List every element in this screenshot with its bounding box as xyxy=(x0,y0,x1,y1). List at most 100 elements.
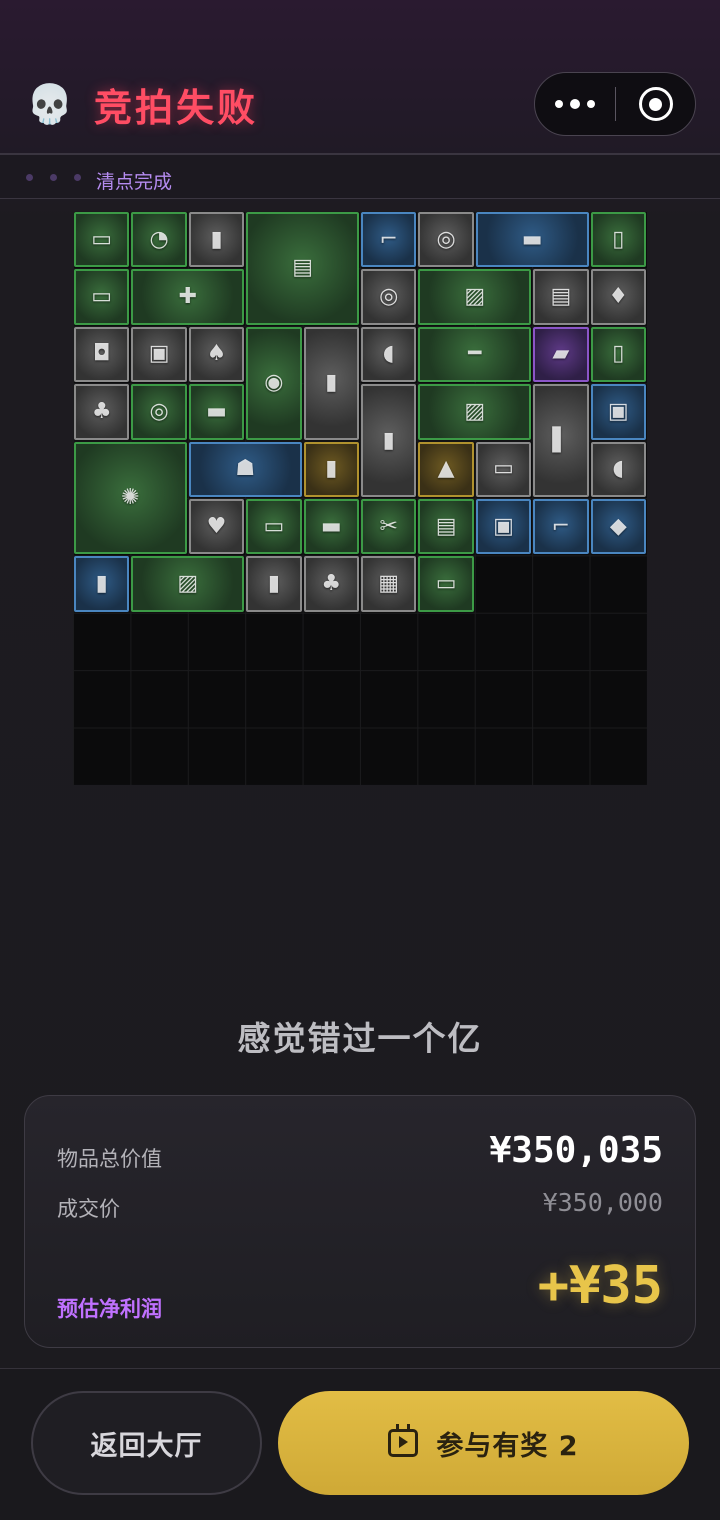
inventory-item-newspaper[interactable]: ▤ xyxy=(246,212,359,325)
documents-icon: ▤ xyxy=(550,284,572,310)
candy-bar-icon: ▬ xyxy=(206,398,227,424)
thermometer-gun-icon: ⌐ xyxy=(379,226,398,252)
inventory-item-power-bank[interactable]: ▭ xyxy=(418,556,474,612)
total-value-label: 物品总价值 xyxy=(57,1147,162,1171)
inventory-item-thermometer-gun[interactable]: ⌐ xyxy=(533,499,589,555)
newspaper-icon: ▤ xyxy=(292,255,313,281)
inventory-item-tobacco-pipe[interactable]: ☗ xyxy=(188,441,302,497)
close-miniprogram-button[interactable] xyxy=(616,73,695,135)
inventory-item-computer-mouse[interactable]: ◖ xyxy=(590,441,646,497)
protein-can-icon: ▮ xyxy=(267,571,280,597)
tape-roll-icon: ◎ xyxy=(436,226,456,252)
inventory-item-old-map[interactable]: ▨ xyxy=(418,269,532,325)
inventory-item-ammo-tin[interactable]: ▣ xyxy=(475,499,532,555)
inventory-item-power-bank[interactable]: ▭ xyxy=(74,212,130,268)
title-group: 💀 竞拍失败 xyxy=(26,76,258,132)
power-bank-icon: ▭ xyxy=(435,571,457,597)
old-map-icon: ▨ xyxy=(177,571,199,597)
wire-coil-icon: ◎ xyxy=(149,398,169,424)
more-options-button[interactable] xyxy=(535,73,615,135)
matchbox-icon: ▭ xyxy=(493,456,514,482)
dot-icon xyxy=(50,174,57,181)
tool-tray-icon: ▤ xyxy=(435,513,457,539)
inventory-item-protein-can[interactable]: ▮ xyxy=(188,212,245,268)
profit-label: 预估净利润 xyxy=(57,1297,162,1321)
lighter-icon: ▯ xyxy=(612,226,625,252)
inventory-item-protein-can[interactable]: ▮ xyxy=(246,556,302,612)
inventory-item-pill-organizer[interactable]: ▦ xyxy=(361,556,417,612)
inventory-item-playing-card[interactable]: ♣ xyxy=(74,384,130,440)
inventory-item-ornate-plate[interactable]: ✺ xyxy=(74,441,187,555)
inventory-item-matchbox[interactable]: ▭ xyxy=(475,441,532,497)
inventory-item-soda-can[interactable]: ▮ xyxy=(74,556,130,612)
inventory-item-tool-tray[interactable]: ▤ xyxy=(418,499,474,555)
back-to-lobby-button[interactable]: 返回大厅 xyxy=(31,1391,262,1495)
ornate-plate-icon: ✺ xyxy=(121,484,140,510)
computer-mouse-icon: ◖ xyxy=(612,456,625,482)
inventory-item-playing-card[interactable]: ♦ xyxy=(590,269,646,325)
coffee-bottle-icon: ▮ xyxy=(325,456,338,482)
thermometer-gun-icon: ⌐ xyxy=(551,513,571,539)
inventory-item-coffee-bottle[interactable]: ▮ xyxy=(303,441,359,497)
pill-organizer-icon: ▦ xyxy=(378,571,400,597)
inventory-item-snack-bag[interactable]: ▣ xyxy=(131,326,187,383)
inventory-item-wire-coil[interactable]: ◎ xyxy=(131,384,187,440)
inventory-item-cpu-chip[interactable]: ◆ xyxy=(590,499,646,555)
inventory-item-power-bank[interactable]: ▭ xyxy=(246,499,302,555)
join-reward-button[interactable]: 参与有奖 2 xyxy=(278,1391,689,1495)
inventory-item-computer-mouse[interactable]: ◖ xyxy=(361,326,417,383)
result-card: 物品总价值 ¥350,035 成交价 ¥350,000 预估净利润 +¥35 xyxy=(24,1095,696,1348)
playing-card-icon: ♥ xyxy=(206,513,227,539)
good-luck-card-icon: ▬ xyxy=(320,513,342,539)
old-map-icon: ▨ xyxy=(464,398,486,424)
dial-gauge-icon: ◔ xyxy=(149,226,169,252)
snack-bag-icon: ▣ xyxy=(148,341,170,367)
playing-card-icon: ♣ xyxy=(321,571,342,597)
inventory-grid: ▭ ◔ ▮ ▤ ⌐ ◎ ▬ ▯ ▭ ✚ ◎ ▨ ▤ ♦ ◘ ▣ ♠ ◉ ▮ ◖ ━ ▰ ▯ ♣ ◎ ▬ ▮ ▨ ▌ ▣ ✺ ☗ ▮ ▲ ▭ ◖ ♥ ▭ ▬ ✂… xyxy=(73,211,647,785)
page-title: 竞拍失败 xyxy=(94,85,259,130)
inventory-item-candy-bar[interactable]: ▬ xyxy=(188,384,245,440)
calendar-play-icon xyxy=(388,1424,419,1457)
inventory-item-power-strip[interactable]: ▭ xyxy=(74,269,130,325)
inventory-item-documents[interactable]: ▤ xyxy=(533,269,589,325)
inventory-item-ram-stick[interactable]: ▰ xyxy=(533,326,589,383)
more-dot-icon xyxy=(555,100,563,108)
ram-stick-icon: ▰ xyxy=(552,341,570,367)
inventory-item-old-map[interactable]: ▨ xyxy=(418,384,532,440)
inventory-item-thermometer-gun[interactable]: ⌐ xyxy=(361,212,417,268)
inventory-item-tape-roll[interactable]: ◎ xyxy=(418,212,474,268)
inventory-item-glass-tube[interactable]: ━ xyxy=(418,326,532,383)
inventory-item-playing-card[interactable]: ♠ xyxy=(188,326,245,383)
inventory-item-toothpaste[interactable]: ▮ xyxy=(361,384,417,497)
inventory-item-rifle[interactable]: ▬ xyxy=(475,212,589,268)
inventory-item-dial-gauge[interactable]: ◔ xyxy=(131,212,187,268)
inventory-item-tape-roll[interactable]: ◎ xyxy=(361,269,417,325)
inventory-item-lighter[interactable]: ▯ xyxy=(590,212,646,268)
travel-adapter-icon: ▣ xyxy=(607,398,629,424)
inventory-item-yogurt-cup[interactable]: ◘ xyxy=(74,326,130,383)
mini-program-capsule xyxy=(534,72,696,136)
pressure-gauge-icon: ◉ xyxy=(264,370,284,396)
tape-roll-icon: ◎ xyxy=(379,284,399,310)
target-circle-icon xyxy=(638,87,673,121)
inventory-item-metal-bracket[interactable]: ▌ xyxy=(533,384,589,497)
old-map-icon: ▨ xyxy=(464,284,486,310)
inventory-item-pressure-gauge[interactable]: ◉ xyxy=(246,326,302,440)
inventory-item-water-bottle[interactable]: ▯ xyxy=(590,326,646,383)
inventory-item-good-luck-card[interactable]: ▬ xyxy=(303,499,359,555)
inventory-item-playing-card[interactable]: ♥ xyxy=(188,499,245,555)
inventory-item-playing-card[interactable]: ♣ xyxy=(303,556,359,612)
protein-can-icon: ▮ xyxy=(210,226,223,252)
inventory-item-old-map[interactable]: ▨ xyxy=(131,556,245,612)
inventory-item-pliers[interactable]: ✂ xyxy=(361,499,417,555)
join-reward-label: 参与有奖 2 xyxy=(436,1430,579,1462)
inventory-item-cheese-wedge[interactable]: ▲ xyxy=(418,441,474,497)
rifle-icon: ▬ xyxy=(521,226,543,252)
inventory-item-travel-adapter[interactable]: ▣ xyxy=(590,384,646,440)
playing-card-icon: ♦ xyxy=(608,284,629,310)
inventory-item-medicine-bottle[interactable]: ▮ xyxy=(303,326,359,440)
deal-price: ¥350,000 xyxy=(542,1188,663,1217)
dot-icon xyxy=(74,174,81,181)
inventory-item-power-drill[interactable]: ✚ xyxy=(131,269,245,325)
profit-value: +¥35 xyxy=(537,1256,663,1316)
